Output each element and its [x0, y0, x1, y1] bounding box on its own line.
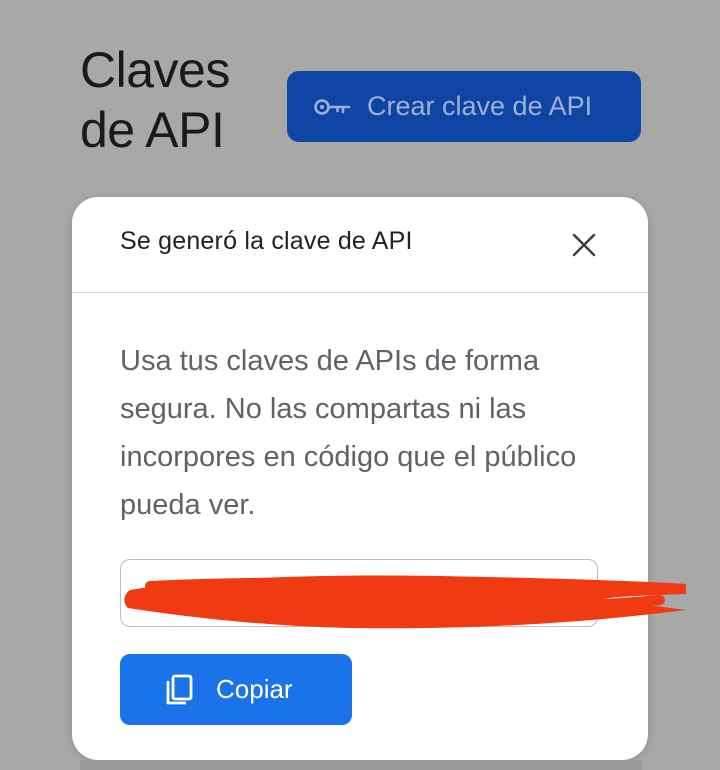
- copy-label: Copiar: [216, 674, 293, 704]
- copy-icon: [164, 673, 194, 707]
- key-icon: [313, 95, 353, 119]
- api-key-dialog: Se generó la clave de API Usa tus claves…: [72, 197, 648, 760]
- page-title: Claves de API: [80, 42, 230, 158]
- create-api-key-button[interactable]: Crear clave de API: [287, 71, 641, 142]
- dialog-title: Se generó la clave de API: [120, 227, 413, 255]
- redaction-scribble: [124, 575, 687, 629]
- dialog-header: Se generó la clave de API: [72, 197, 648, 293]
- page-bottom-strip: [80, 760, 642, 770]
- close-icon: [572, 233, 596, 257]
- create-api-key-label: Crear clave de API: [367, 91, 593, 121]
- dialog-message: Usa tus claves de APIs de forma segura. …: [120, 345, 577, 521]
- page: Claves de API Crear clave de API Se gene…: [0, 0, 720, 770]
- copy-button[interactable]: Copiar: [120, 654, 352, 725]
- close-button[interactable]: [566, 227, 602, 263]
